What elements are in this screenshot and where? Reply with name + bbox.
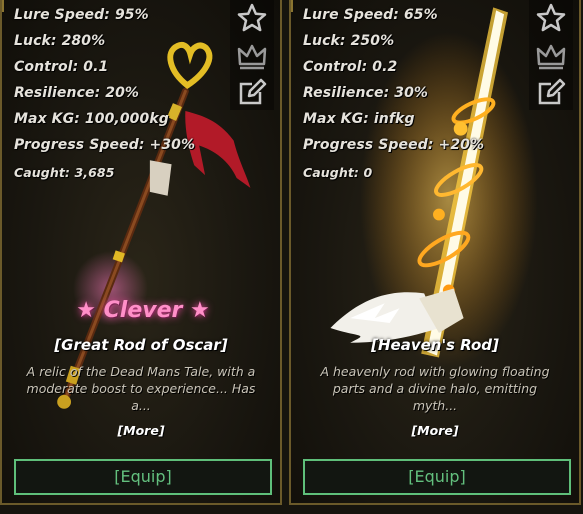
crown-icon[interactable]: [535, 40, 567, 72]
crown-icon[interactable]: [236, 40, 268, 72]
stat-control: Control: 0.1: [14, 59, 109, 75]
stat-resilience: Resilience: 30%: [303, 85, 429, 101]
rod-name: [Great Rod of Oscar]: [54, 336, 228, 354]
stat-max-kg: Max KG: infkg: [303, 111, 415, 127]
equip-button[interactable]: [Equip]: [303, 459, 571, 495]
rod-card-heavens-rod[interactable]: Lure Speed: 65% Luck: 250% Control: 0.2 …: [289, 0, 581, 505]
card-action-icons: [529, 0, 573, 110]
stat-caught: Caught: 0: [303, 165, 373, 180]
rod-name: [Heaven's Rod]: [371, 336, 499, 354]
rod-card-great-rod-of-oscar[interactable]: Lure Speed: 95% Luck: 280% Control: 0.1 …: [0, 0, 282, 505]
edit-icon[interactable]: [236, 76, 268, 108]
stat-resilience: Resilience: 20%: [14, 85, 140, 101]
rarity-label: ★ Clever ★: [76, 298, 210, 323]
stat-lure-speed: Lure Speed: 65%: [303, 7, 438, 23]
star-icon[interactable]: [236, 2, 268, 34]
rod-description: A relic of the Dead Mans Tale, with a mo…: [26, 364, 256, 413]
stat-progress-speed: Progress Speed: +30%: [14, 137, 196, 153]
stat-progress-speed: Progress Speed: +20%: [303, 137, 485, 153]
stat-luck: Luck: 280%: [14, 33, 106, 49]
edit-icon[interactable]: [535, 76, 567, 108]
equip-button[interactable]: [Equip]: [14, 459, 272, 495]
stat-lure-speed: Lure Speed: 95%: [14, 7, 149, 23]
rod-description: A heavenly rod with glowing floating par…: [320, 364, 550, 413]
card-action-icons: [230, 0, 274, 110]
more-link[interactable]: [More]: [2, 423, 280, 438]
more-link[interactable]: [More]: [291, 423, 579, 438]
stat-luck: Luck: 250%: [303, 33, 395, 49]
stat-control: Control: 0.2: [303, 59, 398, 75]
star-icon[interactable]: [535, 2, 567, 34]
stat-max-kg: Max KG: 100,000kg: [14, 111, 169, 127]
stat-caught: Caught: 3,685: [14, 165, 115, 180]
